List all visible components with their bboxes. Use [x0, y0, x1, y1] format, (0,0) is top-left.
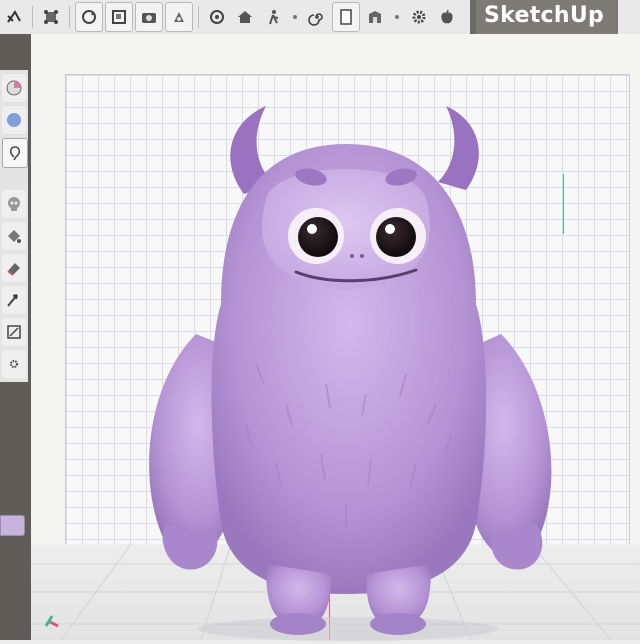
toolbar-dot — [395, 15, 399, 19]
scale-icon[interactable] — [2, 318, 26, 346]
main-toolbar: SketchUp — [0, 0, 640, 35]
apple-icon[interactable] — [434, 3, 460, 31]
walk-icon[interactable] — [260, 3, 286, 31]
spiral-icon[interactable] — [304, 3, 330, 31]
left-toolbar — [0, 34, 31, 640]
move-icon[interactable] — [2, 286, 26, 314]
house-icon[interactable] — [232, 3, 258, 31]
toolbar-dot — [293, 15, 297, 19]
sphere-icon[interactable] — [2, 106, 26, 134]
app-title: SketchUp — [470, 0, 619, 34]
palette-gap — [0, 172, 28, 186]
axes-orientation-icon — [44, 615, 59, 628]
toolbar-divider — [198, 6, 199, 28]
warehouse-icon[interactable] — [362, 3, 388, 31]
purple-monster-model[interactable] — [126, 104, 566, 644]
modeling-viewport[interactable] — [31, 34, 640, 641]
page-icon[interactable] — [332, 2, 360, 32]
skull-icon[interactable] — [2, 190, 26, 218]
frame-icon[interactable] — [105, 2, 133, 32]
lasso-icon[interactable] — [2, 138, 28, 168]
orbit-icon[interactable] — [204, 3, 230, 31]
toolbar-divider — [32, 6, 33, 28]
paint-bucket-icon[interactable] — [2, 222, 26, 250]
paint-icon[interactable] — [165, 2, 193, 32]
small-gear-icon[interactable] — [2, 350, 26, 378]
toolbar-divider — [69, 6, 70, 28]
select-arrow-icon[interactable] — [1, 3, 27, 31]
component-icon[interactable] — [38, 3, 64, 31]
rotate-icon[interactable] — [75, 2, 103, 32]
tool-palette — [0, 70, 28, 382]
eraser-icon[interactable] — [2, 254, 26, 282]
app-title-text: SketchUp — [484, 3, 605, 28]
title-tab-edge — [470, 0, 476, 34]
gear-icon[interactable] — [406, 3, 432, 31]
pie-chart-icon[interactable] — [2, 74, 26, 102]
material-swatch[interactable] — [0, 515, 25, 536]
camera-icon[interactable] — [135, 2, 163, 32]
